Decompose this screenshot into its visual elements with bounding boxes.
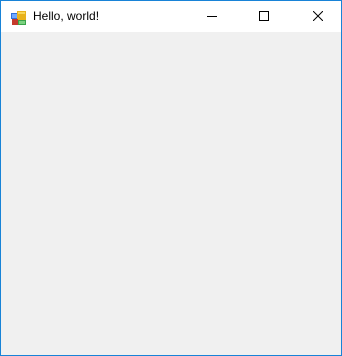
window-title: Hello, world! (33, 9, 100, 23)
title-bar[interactable]: Hello, world! (1, 1, 341, 32)
minimize-icon (207, 11, 217, 21)
app-icon[interactable] (11, 10, 27, 26)
close-icon (313, 11, 323, 21)
minimize-button[interactable] (189, 1, 235, 31)
close-button[interactable] (295, 1, 341, 31)
maximize-icon (259, 11, 269, 21)
client-area (1, 32, 341, 355)
app-window: Hello, world! (0, 0, 342, 356)
maximize-button[interactable] (241, 1, 287, 31)
